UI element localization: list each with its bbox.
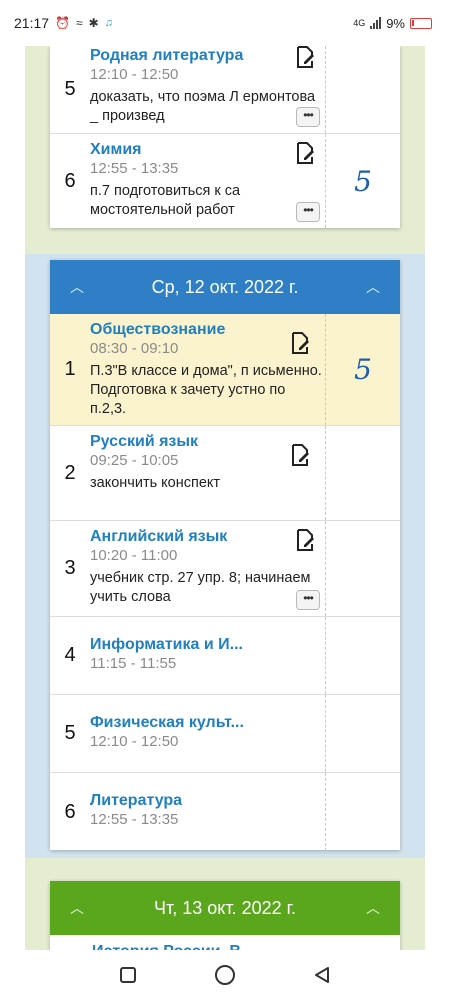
lesson-number: 4 bbox=[64, 644, 76, 666]
hz-icon: ≈ bbox=[76, 16, 83, 30]
lesson-subject[interactable]: Физическая культ... bbox=[90, 713, 325, 733]
circle-icon bbox=[214, 965, 235, 985]
lesson-time: 12:55 - 13:35 bbox=[90, 160, 179, 177]
day-card-thursday: ︿ Чт, 13 окт. 2022 г. ︿ История России. … bbox=[50, 881, 400, 950]
battery-icon bbox=[410, 17, 432, 29]
day-card-wednesday: ︿ Ср, 12 окт. 2022 г. ︿ 1 Обществознание… bbox=[50, 260, 400, 851]
lesson-time: 12:10 - 12:50 bbox=[90, 733, 179, 750]
day-title: Ср, 12 окт. 2022 г. bbox=[151, 276, 299, 297]
status-time: 21:17 bbox=[14, 15, 50, 31]
lesson-number: 2 bbox=[64, 461, 76, 484]
music-icon: ♫ bbox=[104, 17, 113, 29]
lesson-time: 11:15 - 11:55 bbox=[90, 655, 177, 672]
more-button[interactable]: ••• bbox=[296, 202, 320, 222]
status-bar: 21:17 ⏰ ≈ ✱ ♫ 4G 9% bbox=[0, 0, 450, 46]
lesson-row[interactable]: 5 Физическая культ... 12:10 - 12:50 bbox=[50, 695, 400, 773]
lesson-homework: учебник стр. 27 упр. 8; начинаем учить с… bbox=[90, 570, 311, 605]
day-header[interactable]: ︿ Чт, 13 окт. 2022 г. ︿ bbox=[50, 881, 400, 935]
chevron-up-icon[interactable]: ︿ bbox=[70, 898, 84, 918]
lesson-homework: доказать, что поэма Л ермонтова _ произв… bbox=[90, 89, 316, 124]
lesson-time: 10:20 - 11:00 bbox=[90, 547, 178, 564]
lesson-number: 6 bbox=[64, 800, 76, 823]
chevron-up-icon[interactable]: ︿ bbox=[366, 898, 380, 918]
lesson-subject[interactable]: Химия bbox=[90, 140, 325, 160]
lesson-homework: П.3"В классе и дома", п исьменно. Подгот… bbox=[90, 363, 322, 417]
lesson-homework: закончить конспект bbox=[90, 475, 221, 491]
lesson-row[interactable]: 6 Литература 12:55 - 13:35 bbox=[50, 773, 400, 851]
lesson-number: 5 bbox=[64, 78, 76, 100]
lesson-time: 12:55 - 13:35 bbox=[90, 811, 179, 828]
back-button[interactable] bbox=[310, 963, 334, 987]
lesson-row[interactable]: 3 Английский язык 10:20 - 11:00 учебник … bbox=[50, 521, 400, 617]
more-button[interactable]: ••• bbox=[296, 590, 320, 610]
lesson-row[interactable]: 5 Родная литература 12:10 - 12:50 доказа… bbox=[50, 46, 400, 134]
back-triangle-icon bbox=[314, 967, 329, 983]
recent-apps-button[interactable] bbox=[116, 963, 140, 987]
lesson-subject[interactable]: Английский язык bbox=[90, 527, 325, 547]
lesson-mark[interactable]: 5 bbox=[354, 353, 372, 386]
square-icon bbox=[120, 967, 137, 983]
lesson-number: 1 bbox=[64, 358, 76, 380]
lesson-subject[interactable]: Родная литература bbox=[90, 46, 325, 66]
diary-scroll-area[interactable]: 5 Родная литература 12:10 - 12:50 доказа… bbox=[25, 46, 425, 950]
homework-edit-icon[interactable] bbox=[295, 142, 315, 164]
signal-icon bbox=[370, 17, 382, 29]
lesson-row[interactable]: 1 Обществознание 08:30 - 09:10 П.3"В кла… bbox=[50, 314, 400, 426]
homework-edit-icon[interactable] bbox=[290, 332, 310, 354]
chevron-up-icon[interactable]: ︿ bbox=[366, 277, 380, 297]
chevron-up-icon[interactable]: ︿ bbox=[70, 277, 84, 297]
lesson-time: 12:10 - 12:50 bbox=[90, 66, 179, 83]
network-type: 4G bbox=[353, 18, 366, 28]
homework-edit-icon[interactable] bbox=[295, 529, 315, 551]
homework-edit-icon[interactable] bbox=[290, 444, 310, 466]
battery-percent: 9% bbox=[386, 15, 405, 31]
lesson-homework: п.7 подготовиться к са мостоятельной раб… bbox=[90, 183, 241, 218]
bluetooth-icon: ✱ bbox=[88, 16, 99, 30]
lesson-number: 3 bbox=[64, 557, 76, 579]
lesson-row[interactable]: 6 Химия 12:55 - 13:35 п.7 подготовиться … bbox=[50, 134, 400, 228]
day-header[interactable]: ︿ Ср, 12 окт. 2022 г. ︿ bbox=[50, 260, 400, 314]
homework-edit-icon[interactable] bbox=[295, 46, 315, 68]
day-card-previous: 5 Родная литература 12:10 - 12:50 доказа… bbox=[50, 46, 400, 228]
alarm-off-icon: ⏰ bbox=[55, 16, 70, 30]
lesson-row[interactable]: 4 Информатика и И... 11:15 - 11:55 bbox=[50, 617, 400, 695]
lesson-subject[interactable]: Информатика и И... bbox=[90, 635, 325, 655]
lesson-number: 5 bbox=[64, 722, 76, 744]
more-button[interactable]: ••• bbox=[296, 107, 320, 127]
day-title: Чт, 13 окт. 2022 г. bbox=[153, 897, 297, 918]
lesson-subject[interactable]: Литература bbox=[90, 791, 325, 811]
home-button[interactable] bbox=[213, 963, 237, 987]
system-nav-bar bbox=[0, 950, 450, 1000]
lesson-row[interactable]: 2 Русский язык 09:25 - 10:05 закончить к… bbox=[50, 426, 400, 521]
lesson-number: 6 bbox=[64, 169, 76, 192]
lesson-subject[interactable]: История России. В bbox=[50, 935, 400, 950]
lesson-mark[interactable]: 5 bbox=[354, 165, 372, 198]
